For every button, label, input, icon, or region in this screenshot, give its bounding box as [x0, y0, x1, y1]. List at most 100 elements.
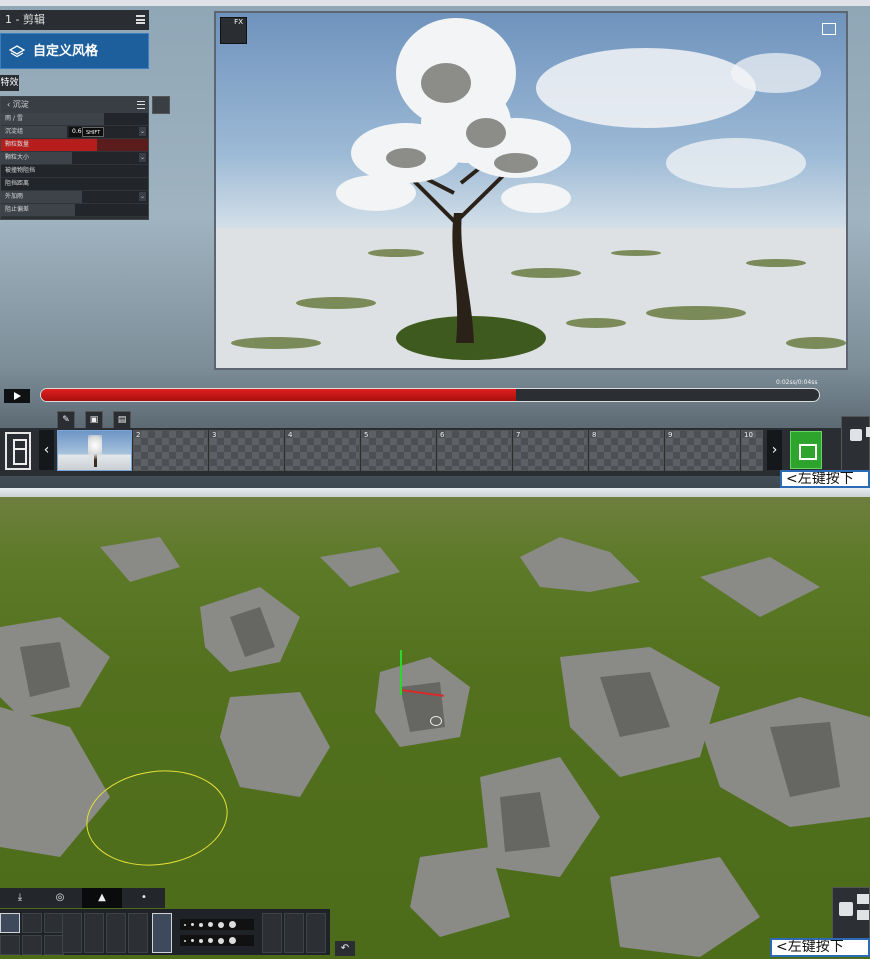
height-pin-button[interactable]	[306, 913, 326, 953]
film-add-icon[interactable]: ▣	[85, 411, 103, 429]
hamburger-icon[interactable]	[137, 101, 145, 109]
brush-size-dot[interactable]	[218, 937, 224, 944]
param-slider[interactable]: 阻止偏差	[1, 204, 148, 217]
param-label: 颗粒大小	[5, 154, 30, 161]
keyframe-thumbnail[interactable]: 3	[209, 430, 284, 471]
chevron-down-icon[interactable]: ⌄	[139, 192, 146, 201]
keyframe-thumbnail[interactable]: 4	[285, 430, 360, 471]
brush-size-dot[interactable]	[191, 923, 194, 926]
timeline-progress-fill	[41, 389, 516, 401]
keyframe-number: 10	[744, 431, 753, 439]
param-label: 沉淀组	[5, 128, 24, 135]
param-label: 阻止偏差	[5, 206, 30, 213]
keyframe-thumbnail[interactable]	[57, 430, 132, 471]
brush-size-dot[interactable]	[208, 938, 213, 943]
brush-size-dot[interactable]	[199, 922, 203, 927]
chevron-right-icon[interactable]: ›	[767, 430, 782, 470]
param-label: 颗粒数量	[5, 141, 30, 148]
import-terrain-tab[interactable]: ⤓	[0, 888, 40, 908]
effect-header[interactable]: ‹ 沉淀	[1, 97, 148, 113]
lower-brush-button[interactable]	[84, 913, 104, 953]
paint-tab[interactable]: ◎	[40, 888, 80, 908]
keyframe-thumbnail[interactable]: 9	[665, 430, 740, 471]
brush-strength-selector[interactable]	[180, 935, 254, 946]
param-slider[interactable]: 雨 / 雪	[1, 113, 148, 126]
brush-size-selector[interactable]	[180, 919, 254, 930]
fx-icon[interactable]: FX	[220, 17, 247, 44]
keyframe-thumbnail[interactable]: 2	[133, 430, 208, 471]
flatten-brush-button[interactable]	[44, 935, 64, 955]
trash-icon[interactable]: ▤	[113, 411, 131, 429]
hamburger-icon[interactable]	[136, 15, 145, 24]
brush-toolbar	[0, 909, 330, 955]
keyframe-thumbnail[interactable]: 6	[437, 430, 512, 471]
precipitation-effect-panel: ‹ 沉淀 雨 / 雪沉淀组 0.6 SHIFT ⌄ 颗粒数量 颗粒大小 ⌄ 被撞物阻挡 阻挡距离…	[0, 96, 149, 220]
keyframe-thumbnail[interactable]: 7	[513, 430, 588, 471]
ripple-brush-button[interactable]	[44, 913, 64, 933]
trash-icon[interactable]	[152, 96, 170, 114]
pencil-icon[interactable]	[0, 935, 20, 955]
hint-tooltip: <左键按下	[780, 470, 870, 488]
brush-size-dot[interactable]	[229, 921, 236, 928]
wave-brush-button[interactable]	[22, 913, 42, 933]
brush-size-dot[interactable]	[218, 921, 224, 928]
chevron-left-icon[interactable]: ‹	[39, 430, 54, 470]
camera-icon[interactable]	[866, 427, 870, 437]
brush-size-dot[interactable]	[229, 937, 236, 944]
fx-icon[interactable]	[839, 902, 853, 916]
terrain-brush-button[interactable]	[0, 913, 20, 933]
camera-icon[interactable]	[857, 894, 869, 904]
pencil-icon[interactable]: ✎	[57, 411, 75, 429]
keyframe-number: 8	[592, 431, 597, 439]
keyframe-number: 3	[212, 431, 217, 439]
brush-size-dot[interactable]	[199, 938, 203, 943]
brush-size-dot[interactable]	[191, 939, 194, 942]
param-slider[interactable]: 外加雨 ⌄	[1, 191, 148, 204]
effects-tab[interactable]: 特效	[0, 75, 19, 91]
render-viewport[interactable]: FX	[214, 11, 848, 370]
raise-brush-button[interactable]	[62, 913, 82, 953]
smooth-tab[interactable]: •	[124, 888, 164, 908]
height-up-down-button[interactable]	[262, 913, 282, 953]
height-lock-button[interactable]	[284, 913, 304, 953]
keyframe-thumbnail[interactable]: 8	[589, 430, 664, 471]
keyframe-number: 5	[364, 431, 369, 439]
sculpt-tab[interactable]: ▲	[82, 888, 122, 908]
terrain-editor-pane[interactable]: ⤓ ◎ ▲ • ↶ <左键按下	[0, 497, 870, 959]
brush-size-dot[interactable]	[184, 939, 186, 942]
param-slider[interactable]: 颗粒数量	[1, 139, 148, 152]
brush-size-dot[interactable]	[208, 922, 213, 927]
clip-header[interactable]: 1 - 剪辑	[0, 10, 149, 30]
app-root: 1 - 剪辑 自定义风格 特效 ‹ 沉淀 雨 / 雪沉淀组 0.6 SHIFT ⌄ 颗粒…	[0, 0, 870, 959]
modifier-key-badge: SHIFT	[82, 127, 105, 137]
brush-size-dot[interactable]	[184, 923, 186, 926]
timeline-scrubber[interactable]	[40, 388, 820, 402]
chevron-left-icon[interactable]: ‹	[7, 100, 10, 109]
hill-brush-button[interactable]	[106, 913, 126, 953]
film-icon[interactable]	[857, 910, 869, 920]
param-slider[interactable]: 沉淀组 0.6 SHIFT ⌄	[1, 126, 148, 139]
keyframe-number: 2	[136, 431, 141, 439]
undo-icon[interactable]: ↶	[335, 941, 355, 956]
play-icon[interactable]	[4, 389, 30, 403]
movie-editor-pane: 1 - 剪辑 自定义风格 特效 ‹ 沉淀 雨 / 雪沉淀组 0.6 SHIFT ⌄ 颗粒…	[0, 0, 870, 488]
keyframe-thumbnail[interactable]: 10	[741, 430, 763, 471]
custom-style-button[interactable]: 自定义风格	[0, 33, 149, 69]
param-slider[interactable]: 被撞物阻挡	[1, 165, 148, 178]
list-icon[interactable]	[5, 432, 31, 470]
hint-tooltip: <左键按下	[770, 938, 870, 957]
plateau-brush-button[interactable]	[128, 913, 148, 953]
effect-name: 沉淀	[12, 100, 29, 109]
maximize-icon[interactable]	[822, 23, 836, 35]
keyframe-thumbnail[interactable]: 5	[361, 430, 436, 471]
param-slider[interactable]: 颗粒大小 ⌄	[1, 152, 148, 165]
chevron-down-icon[interactable]: ⌄	[139, 127, 146, 136]
fx-icon[interactable]	[850, 429, 862, 441]
chevron-down-icon[interactable]: ⌄	[139, 153, 146, 162]
film-icon[interactable]	[790, 431, 822, 469]
mound-brush-button[interactable]	[152, 913, 172, 953]
param-slider[interactable]: 阻挡距离	[1, 178, 148, 191]
window-title-bar	[0, 0, 870, 6]
keyframe-number: 4	[288, 431, 293, 439]
stamp-brush-button[interactable]	[22, 935, 42, 955]
